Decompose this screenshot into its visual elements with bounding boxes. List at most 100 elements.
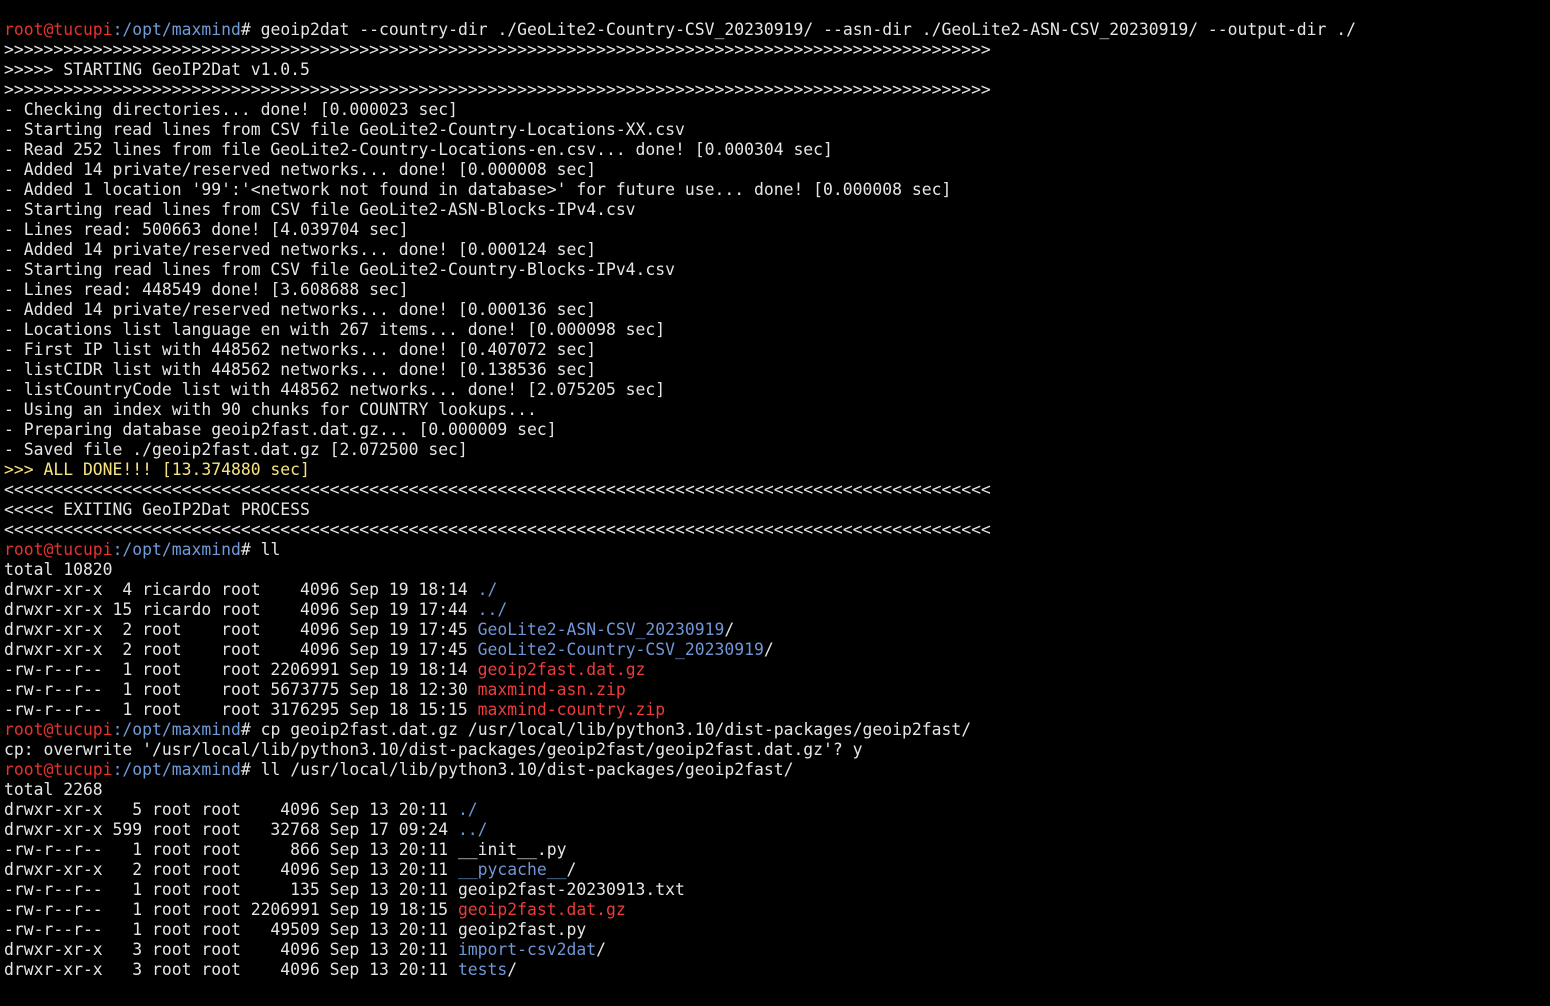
listing-row: -rw-r--r-- 1 root root 135 Sep 13 20:11 … xyxy=(4,880,1546,900)
output-text: cp: overwrite '/usr/local/lib/python3.10… xyxy=(4,740,863,759)
listing-row: -rw-r--r-- 1 root root 2206991 Sep 19 18… xyxy=(4,900,1546,920)
output-line: - Preparing database geoip2fast.dat.gz..… xyxy=(4,420,1546,440)
output-line: - Lines read: 448549 done! [3.608688 sec… xyxy=(4,280,1546,300)
listing-row: drwxr-xr-x 2 root root 4096 Sep 13 20:11… xyxy=(4,860,1546,880)
command-line: root@tucupi:/opt/maxmind# cp geoip2fast.… xyxy=(4,720,1546,740)
listing-meta: drwxr-xr-x 15 ricardo root 4096 Sep 19 1… xyxy=(4,600,478,619)
listing-meta: drwxr-xr-x 599 root root 32768 Sep 17 09… xyxy=(4,820,458,839)
listing-meta: -rw-r--r-- 1 root root 135 Sep 13 20:11 xyxy=(4,880,458,899)
listing-name: __pycache__ xyxy=(457,860,567,879)
output-line: - Added 14 private/reserved networks... … xyxy=(4,240,1546,260)
output-text: - Added 1 location '99':'<network not fo… xyxy=(4,180,952,199)
output-line: - Locations list language en with 267 it… xyxy=(4,320,1546,340)
output-line: - Starting read lines from CSV file GeoL… xyxy=(4,260,1546,280)
prompt-path: :/opt/maxmind xyxy=(112,760,241,779)
output-line: >>>>>>>>>>>>>>>>>>>>>>>>>>>>>>>>>>>>>>>>… xyxy=(4,80,1546,100)
output-text: - Lines read: 500663 done! [4.039704 sec… xyxy=(4,220,409,239)
listing-meta: -rw-r--r-- 1 root root 3176295 Sep 18 15… xyxy=(4,700,478,719)
prompt-symbol: # xyxy=(240,540,261,559)
listing-name: ./ xyxy=(457,800,478,819)
listing-row: -rw-r--r-- 1 root root 49509 Sep 13 20:1… xyxy=(4,920,1546,940)
listing-name: __init__.py xyxy=(457,840,567,859)
output-line: - Saved file ./geoip2fast.dat.gz [2.0725… xyxy=(4,440,1546,460)
listing-name: geoip2fast.dat.gz xyxy=(477,660,646,679)
listing-row: drwxr-xr-x 15 ricardo root 4096 Sep 19 1… xyxy=(4,600,1546,620)
prompt-path: :/opt/maxmind xyxy=(112,20,241,39)
listing-row: -rw-r--r-- 1 root root 5673775 Sep 18 12… xyxy=(4,680,1546,700)
listing-meta: -rw-r--r-- 1 root root 49509 Sep 13 20:1… xyxy=(4,920,458,939)
output-text: - Added 14 private/reserved networks... … xyxy=(4,240,597,259)
output-line: - Added 1 location '99':'<network not fo… xyxy=(4,180,1546,200)
output-text: total 2268 xyxy=(4,780,103,799)
listing-name: GeoLite2-ASN-CSV_20230919 xyxy=(477,620,725,639)
listing-row: drwxr-xr-x 599 root root 32768 Sep 17 09… xyxy=(4,820,1546,840)
command-line: root@tucupi:/opt/maxmind# ll /usr/local/… xyxy=(4,760,1546,780)
listing-meta: drwxr-xr-x 5 root root 4096 Sep 13 20:11 xyxy=(4,800,458,819)
listing-meta: -rw-r--r-- 1 root root 2206991 Sep 19 18… xyxy=(4,900,458,919)
listing-name: maxmind-asn.zip xyxy=(477,680,626,699)
output-text: - Locations list language en with 267 it… xyxy=(4,320,666,339)
output-text: - listCountryCode list with 448562 netwo… xyxy=(4,380,666,399)
output-text: - Saved file ./geoip2fast.dat.gz [2.0725… xyxy=(4,440,468,459)
command-line: root@tucupi:/opt/maxmind# ll xyxy=(4,540,1546,560)
listing-meta: drwxr-xr-x 2 root root 4096 Sep 13 20:11 xyxy=(4,860,458,879)
output-text: <<<<< EXITING GeoIP2Dat PROCESS xyxy=(4,500,310,519)
listing-meta: drwxr-xr-x 2 root root 4096 Sep 19 17:45 xyxy=(4,640,478,659)
output-text: - Starting read lines from CSV file GeoL… xyxy=(4,260,676,279)
output-line-success: >>> ALL DONE!!! [13.374880 sec] xyxy=(4,460,1546,480)
output-text: - Using an index with 90 chunks for COUN… xyxy=(4,400,537,419)
listing-meta: -rw-r--r-- 1 root root 5673775 Sep 18 12… xyxy=(4,680,478,699)
listing-name: ../ xyxy=(477,600,508,619)
listing-meta: drwxr-xr-x 2 root root 4096 Sep 19 17:45 xyxy=(4,620,478,639)
output-text: - First IP list with 448562 networks... … xyxy=(4,340,597,359)
prompt-path: :/opt/maxmind xyxy=(112,540,241,559)
output-text: - listCIDR list with 448562 networks... … xyxy=(4,360,597,379)
output-line: <<<<< EXITING GeoIP2Dat PROCESS xyxy=(4,500,1546,520)
listing-row: -rw-r--r-- 1 root root 2206991 Sep 19 18… xyxy=(4,660,1546,680)
output-line: - Checking directories... done! [0.00002… xyxy=(4,100,1546,120)
listing-row: drwxr-xr-x 5 root root 4096 Sep 13 20:11… xyxy=(4,800,1546,820)
listing-name: ./ xyxy=(477,580,498,599)
output-text: >>>>>>>>>>>>>>>>>>>>>>>>>>>>>>>>>>>>>>>>… xyxy=(4,80,991,99)
output-text: - Preparing database geoip2fast.dat.gz..… xyxy=(4,420,557,439)
output-line: - Starting read lines from CSV file GeoL… xyxy=(4,120,1546,140)
listing-meta: drwxr-xr-x 4 ricardo root 4096 Sep 19 18… xyxy=(4,580,478,599)
output-line: - Added 14 private/reserved networks... … xyxy=(4,160,1546,180)
listing-row: drwxr-xr-x 2 root root 4096 Sep 19 17:45… xyxy=(4,620,1546,640)
output-text: - Checking directories... done! [0.00002… xyxy=(4,100,458,119)
listing-meta: -rw-r--r-- 1 root root 866 Sep 13 20:11 xyxy=(4,840,458,859)
output-text: - Read 252 lines from file GeoLite2-Coun… xyxy=(4,140,833,159)
listing-name: tests xyxy=(457,960,508,979)
output-line: - Read 252 lines from file GeoLite2-Coun… xyxy=(4,140,1546,160)
listing-name: GeoLite2-Country-CSV_20230919 xyxy=(477,640,764,659)
listing-row: drwxr-xr-x 3 root root 4096 Sep 13 20:11… xyxy=(4,940,1546,960)
terminal-output: , . , root@tucupi:/opt/maxmind# geoip2da… xyxy=(4,0,1546,980)
output-line: - listCountryCode list with 448562 netwo… xyxy=(4,380,1546,400)
listing-name: maxmind-country.zip xyxy=(477,700,666,719)
output-text: <<<<<<<<<<<<<<<<<<<<<<<<<<<<<<<<<<<<<<<<… xyxy=(4,520,991,539)
prompt-user-host: root@tucupi xyxy=(4,760,113,779)
output-line: - Using an index with 90 chunks for COUN… xyxy=(4,400,1546,420)
output-line: <<<<<<<<<<<<<<<<<<<<<<<<<<<<<<<<<<<<<<<<… xyxy=(4,520,1546,540)
listing-row: drwxr-xr-x 2 root root 4096 Sep 19 17:45… xyxy=(4,640,1546,660)
output-text: - Added 14 private/reserved networks... … xyxy=(4,300,597,319)
output-text: - Starting read lines from CSV file GeoL… xyxy=(4,120,685,139)
listing-meta: -rw-r--r-- 1 root root 2206991 Sep 19 18… xyxy=(4,660,478,679)
terminal-window[interactable]: , . , root@tucupi:/opt/maxmind# geoip2da… xyxy=(0,0,1550,1006)
listing-row: -rw-r--r-- 1 root root 866 Sep 13 20:11 … xyxy=(4,840,1546,860)
output-text: >>>>> STARTING GeoIP2Dat v1.0.5 xyxy=(4,60,310,79)
command-text: geoip2dat --country-dir ./GeoLite2-Count… xyxy=(260,20,1356,39)
output-line: <<<<<<<<<<<<<<<<<<<<<<<<<<<<<<<<<<<<<<<<… xyxy=(4,480,1546,500)
listing-name: geoip2fast.dat.gz xyxy=(457,900,626,919)
output-line: >>>>> STARTING GeoIP2Dat v1.0.5 xyxy=(4,60,1546,80)
command-text: ll xyxy=(260,540,281,559)
listing-suffix: / xyxy=(763,640,774,659)
command-line: root@tucupi:/opt/maxmind# geoip2dat --co… xyxy=(4,20,1546,40)
output-line: - Lines read: 500663 done! [4.039704 sec… xyxy=(4,220,1546,240)
output-text: >>>>>>>>>>>>>>>>>>>>>>>>>>>>>>>>>>>>>>>>… xyxy=(4,40,991,59)
listing-name: geoip2fast-20230913.txt xyxy=(457,880,685,899)
listing-row: -rw-r--r-- 1 root root 3176295 Sep 18 15… xyxy=(4,700,1546,720)
output-line: - Added 14 private/reserved networks... … xyxy=(4,300,1546,320)
listing-row: drwxr-xr-x 3 root root 4096 Sep 13 20:11… xyxy=(4,960,1546,980)
listing-suffix: / xyxy=(596,940,606,959)
